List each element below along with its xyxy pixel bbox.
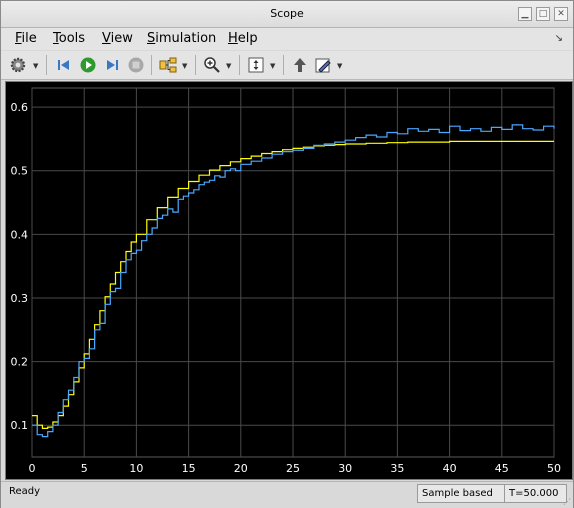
stop-icon[interactable] <box>125 54 147 76</box>
scope-window: Scope ▁ □ ✕ File Tools View Simulation H… <box>0 0 574 508</box>
x-tick-label: 40 <box>443 462 457 475</box>
toolbar-separator <box>46 55 47 75</box>
status-ready: Ready <box>9 486 41 497</box>
toolbar-separator <box>195 55 196 75</box>
step-forward-icon[interactable] <box>101 54 123 76</box>
menu-file[interactable]: File <box>15 31 37 46</box>
signal-selector-dropdown-icon[interactable]: ▼ <box>182 62 187 70</box>
settings-icon[interactable] <box>7 54 29 76</box>
plot-area[interactable]: 0 5 10 15 20 25 30 35 40 45 50 0.1 0.2 0.3 0.4 0.5 0.6 <box>5 81 573 480</box>
edit-dropdown-icon[interactable]: ▼ <box>337 62 342 70</box>
x-tick-label: 10 <box>129 462 143 475</box>
menu-simulation[interactable]: Simulation <box>147 31 216 46</box>
toolbar-separator <box>239 55 240 75</box>
x-tick-label: 15 <box>182 462 196 475</box>
y-tick-label: 0.4 <box>11 228 29 241</box>
menu-help[interactable]: Help <box>228 31 258 46</box>
zoom-in-icon[interactable] <box>201 54 223 76</box>
y-tick-label: 0.5 <box>11 165 29 178</box>
x-tick-label: 35 <box>390 462 404 475</box>
autoscale-icon[interactable] <box>245 54 267 76</box>
scope-chart[interactable]: 0 5 10 15 20 25 30 35 40 45 50 0.1 0.2 0.3 0.4 0.5 0.6 <box>6 82 572 479</box>
settings-dropdown-icon[interactable]: ▼ <box>33 62 38 70</box>
toolbar-separator <box>283 55 284 75</box>
run-icon[interactable] <box>77 54 99 76</box>
x-tick-label: 0 <box>29 462 36 475</box>
step-back-icon[interactable] <box>53 54 75 76</box>
x-tick-label: 5 <box>81 462 88 475</box>
minimize-button[interactable]: ▁ <box>518 7 532 21</box>
close-button[interactable]: ✕ <box>554 7 568 21</box>
window-title: Scope <box>270 7 304 20</box>
x-tick-label: 20 <box>234 462 248 475</box>
y-tick-label: 0.3 <box>11 292 29 305</box>
x-tick-label: 50 <box>547 462 561 475</box>
edit-icon[interactable] <box>312 54 334 76</box>
y-tick-label: 0.2 <box>11 356 29 369</box>
y-tick-label: 0.6 <box>11 101 29 114</box>
status-bar: Ready Sample based T=50.000 ⋰ <box>1 481 573 508</box>
autoscale-dropdown-icon[interactable]: ▼ <box>270 62 275 70</box>
zoom-dropdown-icon[interactable]: ▼ <box>226 62 231 70</box>
menu-view[interactable]: View <box>102 31 133 46</box>
status-mode: Sample based <box>417 484 507 503</box>
x-tick-label: 25 <box>286 462 300 475</box>
dock-icon[interactable]: ↘ <box>555 33 563 44</box>
menu-bar: File Tools View Simulation Help ↘ <box>1 28 573 50</box>
x-tick-label: 30 <box>338 462 352 475</box>
title-bar[interactable]: Scope ▁ □ ✕ <box>1 1 573 28</box>
y-tick-label: 0.1 <box>11 419 29 432</box>
resize-grip-icon[interactable]: ⋰ <box>563 497 571 506</box>
status-time: T=50.000 <box>504 484 567 503</box>
toolbar: ▼ ▼ ▼ ▼ ▼ <box>1 51 573 80</box>
maximize-button[interactable]: □ <box>536 7 550 21</box>
toolbar-separator <box>151 55 152 75</box>
menu-tools[interactable]: Tools <box>53 31 85 46</box>
highlight-block-icon[interactable] <box>289 54 311 76</box>
x-tick-label: 45 <box>495 462 509 475</box>
signal-selector-icon[interactable] <box>157 54 179 76</box>
